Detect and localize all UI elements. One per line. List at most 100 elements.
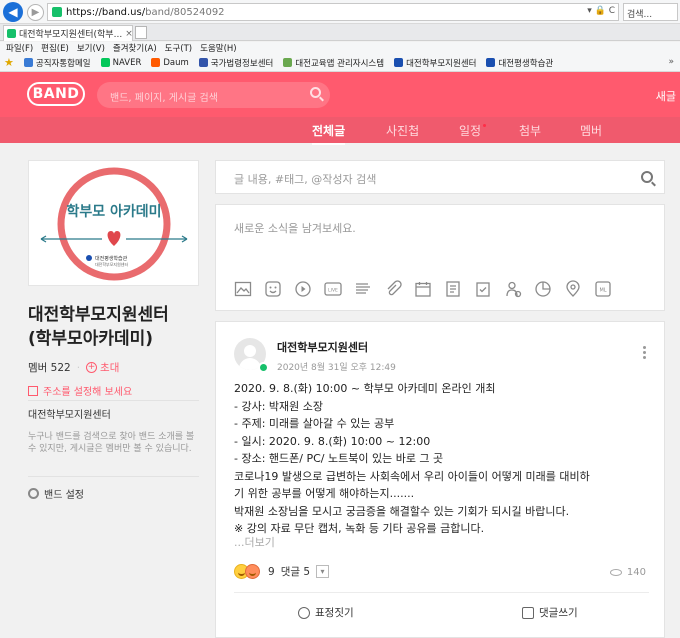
tab-members[interactable]: 멤버 xyxy=(580,122,602,139)
attach-icon[interactable] xyxy=(384,280,402,298)
search-icon[interactable] xyxy=(310,87,321,98)
menu-help[interactable]: 도움말(H) xyxy=(200,42,236,54)
comment-count[interactable]: 댓글 5 xyxy=(281,564,310,579)
svg-text:ML: ML xyxy=(599,288,606,294)
location-icon[interactable] xyxy=(564,280,582,298)
leader-badge-icon xyxy=(258,362,269,373)
favorite-label: 대전교육맵 관리자시스템 xyxy=(295,58,385,69)
star-icon[interactable]: ★ xyxy=(4,56,14,69)
poll-icon[interactable] xyxy=(534,280,552,298)
post-line: 2020. 9. 8.(화) 10:00 ~ 학부모 아카데미 온라인 개최 xyxy=(234,382,496,395)
favorite-label: 대전평생학습관 xyxy=(498,58,554,69)
set-address-link[interactable]: 주소를 설정해 보세요 xyxy=(28,383,132,398)
post-search-placeholder: 글 내용, #태그, @작성자 검색 xyxy=(234,173,377,186)
image-icon[interactable] xyxy=(234,280,252,298)
favorite-item[interactable]: 공직자통합메일 xyxy=(23,57,91,69)
fav-6-icon xyxy=(486,58,496,67)
cover-org-sub: 대전학부모지원센터 xyxy=(95,261,128,267)
people-icon[interactable] xyxy=(504,280,522,298)
more-options-icon[interactable] xyxy=(643,346,646,359)
fav-3-icon xyxy=(198,58,208,67)
emote-button[interactable]: 표정짓기 xyxy=(298,605,354,620)
address-actions[interactable]: ▾ 🔒 C xyxy=(587,6,615,16)
external-link-icon xyxy=(28,385,38,396)
favorite-item[interactable]: Daum xyxy=(151,58,189,68)
menu-view[interactable]: 보기(V) xyxy=(77,42,105,54)
checklist-icon[interactable] xyxy=(474,280,492,298)
sticker-icon[interactable] xyxy=(264,280,282,298)
favorites-more-icon[interactable]: » xyxy=(668,57,674,67)
reaction-count[interactable]: 9 xyxy=(268,566,275,578)
band-tabs: 전체글 사진첩 일정 첨부 멤버 xyxy=(0,117,680,145)
fav-5-icon xyxy=(394,58,404,67)
todo-icon[interactable] xyxy=(444,280,462,298)
favorite-label: NAVER xyxy=(112,57,142,68)
eye-icon xyxy=(609,569,622,576)
post-body: 2020. 9. 8.(화) 10:00 ~ 학부모 아카데미 온라인 개최 -… xyxy=(234,380,654,538)
url-base: https://band.us/ xyxy=(66,6,146,18)
cover-illustration: 학부모 아카데미 대전평생학습관 대전학부모지원센터 xyxy=(40,167,188,281)
new-dot-icon xyxy=(483,124,487,127)
browser-search-input[interactable]: 검색... xyxy=(623,3,678,21)
menu-tools[interactable]: 도구(T) xyxy=(165,42,192,54)
favorite-item[interactable]: 대전학부모지원센터 xyxy=(394,57,476,69)
browser-tab-strip: 대전학부모지원센터(학부... × xyxy=(0,24,680,41)
post-author[interactable]: 대전학부모지원센터 xyxy=(277,339,368,355)
band-name-line2: (학부모아카데미) xyxy=(28,329,154,349)
menu-favorites[interactable]: 즐겨찾기(A) xyxy=(113,42,157,54)
menu-file[interactable]: 파일(F) xyxy=(6,42,33,54)
favorite-label: 공직자통합메일 xyxy=(35,58,91,69)
schedule-list-icon[interactable] xyxy=(354,280,372,298)
band-name: 대전학부모지원센터 (학부모아카데미) xyxy=(28,303,208,351)
members-row: 멤버 522 · + 초대 xyxy=(28,360,119,375)
favorite-item[interactable]: 대전평생학습관 xyxy=(486,57,553,69)
video-icon[interactable] xyxy=(294,280,312,298)
browser-tab[interactable]: 대전학부모지원센터(학부... × xyxy=(3,25,133,41)
gear-icon xyxy=(28,488,39,499)
read-more-link[interactable]: ...더보기 xyxy=(234,534,275,550)
post-search-input[interactable]: 글 내용, #태그, @작성자 검색 xyxy=(215,160,665,194)
comment-button[interactable]: 댓글쓰기 xyxy=(522,605,578,620)
forward-arrow-icon[interactable]: ▶ xyxy=(27,4,44,21)
tab-all-posts[interactable]: 전체글 xyxy=(312,122,346,145)
view-count: 140 xyxy=(609,567,646,578)
members-divider: · xyxy=(76,361,81,374)
tab-schedule[interactable]: 일정 xyxy=(459,122,487,139)
search-icon[interactable] xyxy=(641,171,653,183)
favorite-item[interactable]: NAVER xyxy=(100,57,142,68)
browser-toolbar: ◀ ▶ https://band.us/band/80524092 ▾ 🔒 C … xyxy=(0,0,680,24)
address-bar[interactable]: https://band.us/band/80524092 ▾ 🔒 C xyxy=(47,3,619,21)
divider xyxy=(28,476,199,477)
band-settings-link[interactable]: 밴드 설정 xyxy=(28,486,84,501)
band-logo[interactable]: BAND xyxy=(27,82,85,106)
chevron-down-icon[interactable]: ▾ xyxy=(316,565,330,578)
new-posts-link[interactable]: 새글 xyxy=(656,88,676,104)
live-icon[interactable]: LIVE xyxy=(324,280,342,298)
favorite-item[interactable]: 국가법령정보센터 xyxy=(198,57,273,69)
fav-0-icon xyxy=(23,58,33,67)
post-composer[interactable]: 새로운 소식을 남겨보세요. LIVE ML xyxy=(215,204,665,311)
tab-close-icon[interactable]: × xyxy=(125,29,132,39)
tab-title: 대전학부모지원센터(학부... xyxy=(19,30,123,40)
post-card: 대전학부모지원센터 2020년 8월 31일 오후 12:49 2020. 9.… xyxy=(215,321,665,638)
calendar-icon[interactable] xyxy=(414,280,432,298)
plus-icon: + xyxy=(86,362,98,373)
ml-icon[interactable]: ML xyxy=(594,280,612,298)
member-count[interactable]: 멤버 522 xyxy=(28,360,71,375)
new-tab-button[interactable] xyxy=(135,26,147,39)
band-search-input[interactable]: 밴드, 페이지, 게시글 검색 xyxy=(97,82,330,108)
avatar-head xyxy=(244,345,256,357)
menu-edit[interactable]: 편집(E) xyxy=(41,42,69,54)
view-count-value: 140 xyxy=(626,567,646,578)
back-arrow-icon[interactable]: ◀ xyxy=(3,2,23,22)
emotion-icons[interactable] xyxy=(234,564,260,579)
band-name-line1: 대전학부모지원센터 xyxy=(28,305,169,325)
love-emoji-icon xyxy=(245,564,260,579)
favorite-item[interactable]: 대전교육맵 관리자시스템 xyxy=(283,57,384,69)
smile-icon xyxy=(298,606,310,619)
fav-4-icon xyxy=(283,58,293,67)
tab-photos[interactable]: 사진첩 xyxy=(386,122,419,139)
tab-attachments[interactable]: 첨부 xyxy=(519,122,541,139)
band-cover-image[interactable]: 학부모 아카데미 대전평생학습관 대전학부모지원센터 xyxy=(28,160,199,286)
invite-button[interactable]: + 초대 xyxy=(86,360,119,375)
